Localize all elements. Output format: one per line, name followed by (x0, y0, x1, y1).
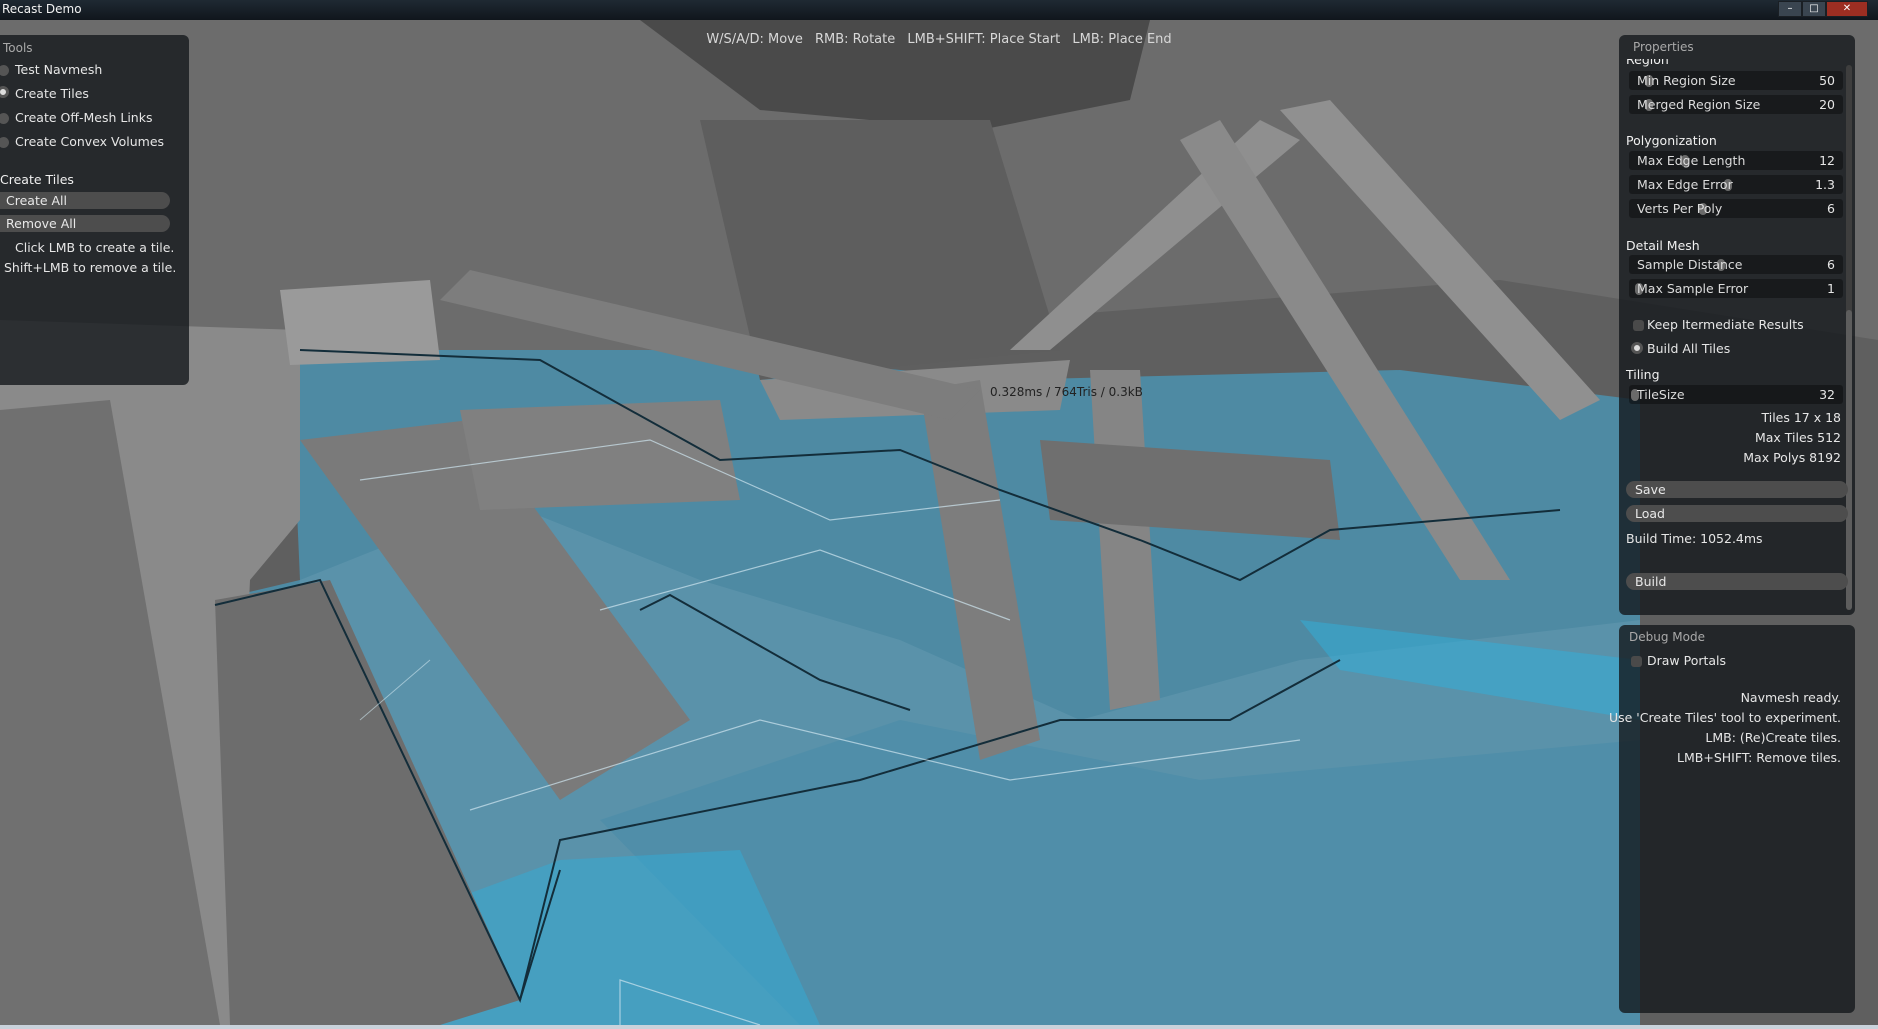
properties-panel: Properties Region Min Region Size 50 Mer… (1619, 35, 1855, 615)
slider-label: Min Region Size (1637, 73, 1736, 88)
draw-portals-checkbox[interactable] (1631, 656, 1642, 667)
tile-size-slider[interactable]: TileSize 32 (1629, 385, 1843, 404)
create-tiles-heading: Create Tiles (0, 172, 74, 187)
tool-option-create-convex-volumes[interactable]: Create Convex Volumes (15, 134, 164, 149)
min-region-size-slider[interactable]: Min Region Size 50 (1629, 71, 1843, 90)
minimize-icon[interactable]: – (1778, 1, 1802, 17)
max-polys: Max Polys 8192 (1743, 450, 1841, 465)
radio-create-off-mesh-links[interactable] (0, 113, 9, 124)
tiling-heading: Tiling (1626, 367, 1660, 382)
polygonization-heading: Polygonization (1626, 133, 1717, 148)
slider-value: 6 (1827, 201, 1835, 216)
window-titlebar: Recast Demo – □ ✕ (0, 0, 1878, 20)
slider-value: 50 (1819, 73, 1835, 88)
hint-rotate: RMB: Rotate (814, 32, 896, 47)
build-button[interactable]: Build (1626, 573, 1848, 590)
radio-create-tiles[interactable] (0, 86, 9, 98)
controls-hint: W/S/A/D: Move RMB: Rotate LMB+SHIFT: Pla… (0, 32, 1878, 47)
slider-value: 6 (1827, 257, 1835, 272)
sample-distance-slider[interactable]: Sample Distance 6 (1629, 255, 1843, 274)
slider-value: 1 (1827, 281, 1835, 296)
keep-intermediate-label[interactable]: Keep Itermediate Results (1647, 317, 1804, 332)
render-stats: 0.328ms / 764Tris / 0.3kB (990, 385, 1143, 399)
slider-label: TileSize (1637, 387, 1685, 402)
tool-option-test-navmesh[interactable]: Test Navmesh (15, 62, 102, 77)
radio-create-convex-volumes[interactable] (0, 137, 9, 148)
window-title: Recast Demo (2, 2, 82, 16)
tool-option-create-off-mesh-links[interactable]: Create Off-Mesh Links (15, 110, 152, 125)
properties-panel-title: Properties (1633, 40, 1694, 54)
keep-intermediate-checkbox[interactable] (1633, 320, 1644, 331)
properties-scroll-track[interactable] (1846, 65, 1852, 345)
slider-label: Max Edge Error (1637, 177, 1733, 192)
slider-label: Verts Per Poly (1637, 201, 1723, 216)
properties-scrollbar[interactable] (1846, 310, 1852, 610)
create-all-button[interactable]: Create All (0, 192, 170, 209)
close-icon[interactable]: ✕ (1826, 1, 1868, 17)
status-navmesh-ready: Navmesh ready. (1740, 690, 1841, 705)
build-time: Build Time: 1052.4ms (1626, 531, 1763, 546)
slider-label: Max Edge Length (1637, 153, 1746, 168)
remove-tile-help: Shift+LMB to remove a tile. (4, 260, 177, 275)
debug-mode-title: Debug Mode (1629, 630, 1705, 644)
3d-viewport[interactable] (0, 20, 1878, 1025)
hint-place-start: LMB+SHIFT: Place Start (907, 32, 1061, 47)
status-hint-lmb-shift: LMB+SHIFT: Remove tiles. (1677, 750, 1841, 765)
detail-mesh-heading: Detail Mesh (1626, 238, 1700, 253)
create-tile-help: Click LMB to create a tile. (15, 240, 175, 255)
remove-all-button[interactable]: Remove All (0, 215, 170, 232)
slider-value: 12 (1819, 153, 1835, 168)
region-heading: Region (1626, 59, 1669, 67)
tool-option-create-tiles[interactable]: Create Tiles (15, 86, 89, 101)
hint-move: W/S/A/D: Move (706, 32, 803, 47)
verts-per-poly-slider[interactable]: Verts Per Poly 6 (1629, 199, 1843, 218)
slider-label: Max Sample Error (1637, 281, 1749, 296)
slider-value: 20 (1819, 97, 1835, 112)
draw-portals-label[interactable]: Draw Portals (1647, 653, 1726, 668)
slider-value: 32 (1819, 387, 1835, 402)
tiles-count: Tiles 17 x 18 (1761, 410, 1841, 425)
debug-mode-panel: Debug Mode Draw Portals Navmesh ready. U… (1609, 625, 1855, 1013)
status-hint-lmb: LMB: (Re)Create tiles. (1705, 730, 1841, 745)
max-sample-error-slider[interactable]: Max Sample Error 1 (1629, 279, 1843, 298)
tools-panel: Tools Test Navmesh Create Tiles Create O… (0, 35, 189, 385)
merged-region-size-slider[interactable]: Merged Region Size 20 (1629, 95, 1843, 114)
build-all-tiles-checkbox[interactable] (1631, 342, 1643, 354)
radio-test-navmesh[interactable] (0, 65, 9, 76)
build-all-tiles-label[interactable]: Build All Tiles (1647, 341, 1730, 356)
load-button[interactable]: Load (1626, 505, 1848, 522)
status-hint-create-tiles: Use 'Create Tiles' tool to experiment. (1608, 710, 1841, 725)
window-bottom-border (0, 1025, 1878, 1029)
tools-panel-title: Tools (3, 41, 33, 55)
hint-place-end: LMB: Place End (1072, 32, 1172, 47)
slider-value: 1.3 (1815, 177, 1835, 192)
max-tiles: Max Tiles 512 (1754, 430, 1841, 445)
maximize-icon[interactable]: □ (1802, 1, 1826, 17)
max-edge-error-slider[interactable]: Max Edge Error 1.3 (1629, 175, 1843, 194)
save-button[interactable]: Save (1626, 481, 1848, 498)
slider-label: Merged Region Size (1637, 97, 1761, 112)
slider-label: Sample Distance (1637, 257, 1743, 272)
max-edge-length-slider[interactable]: Max Edge Length 12 (1629, 151, 1843, 170)
